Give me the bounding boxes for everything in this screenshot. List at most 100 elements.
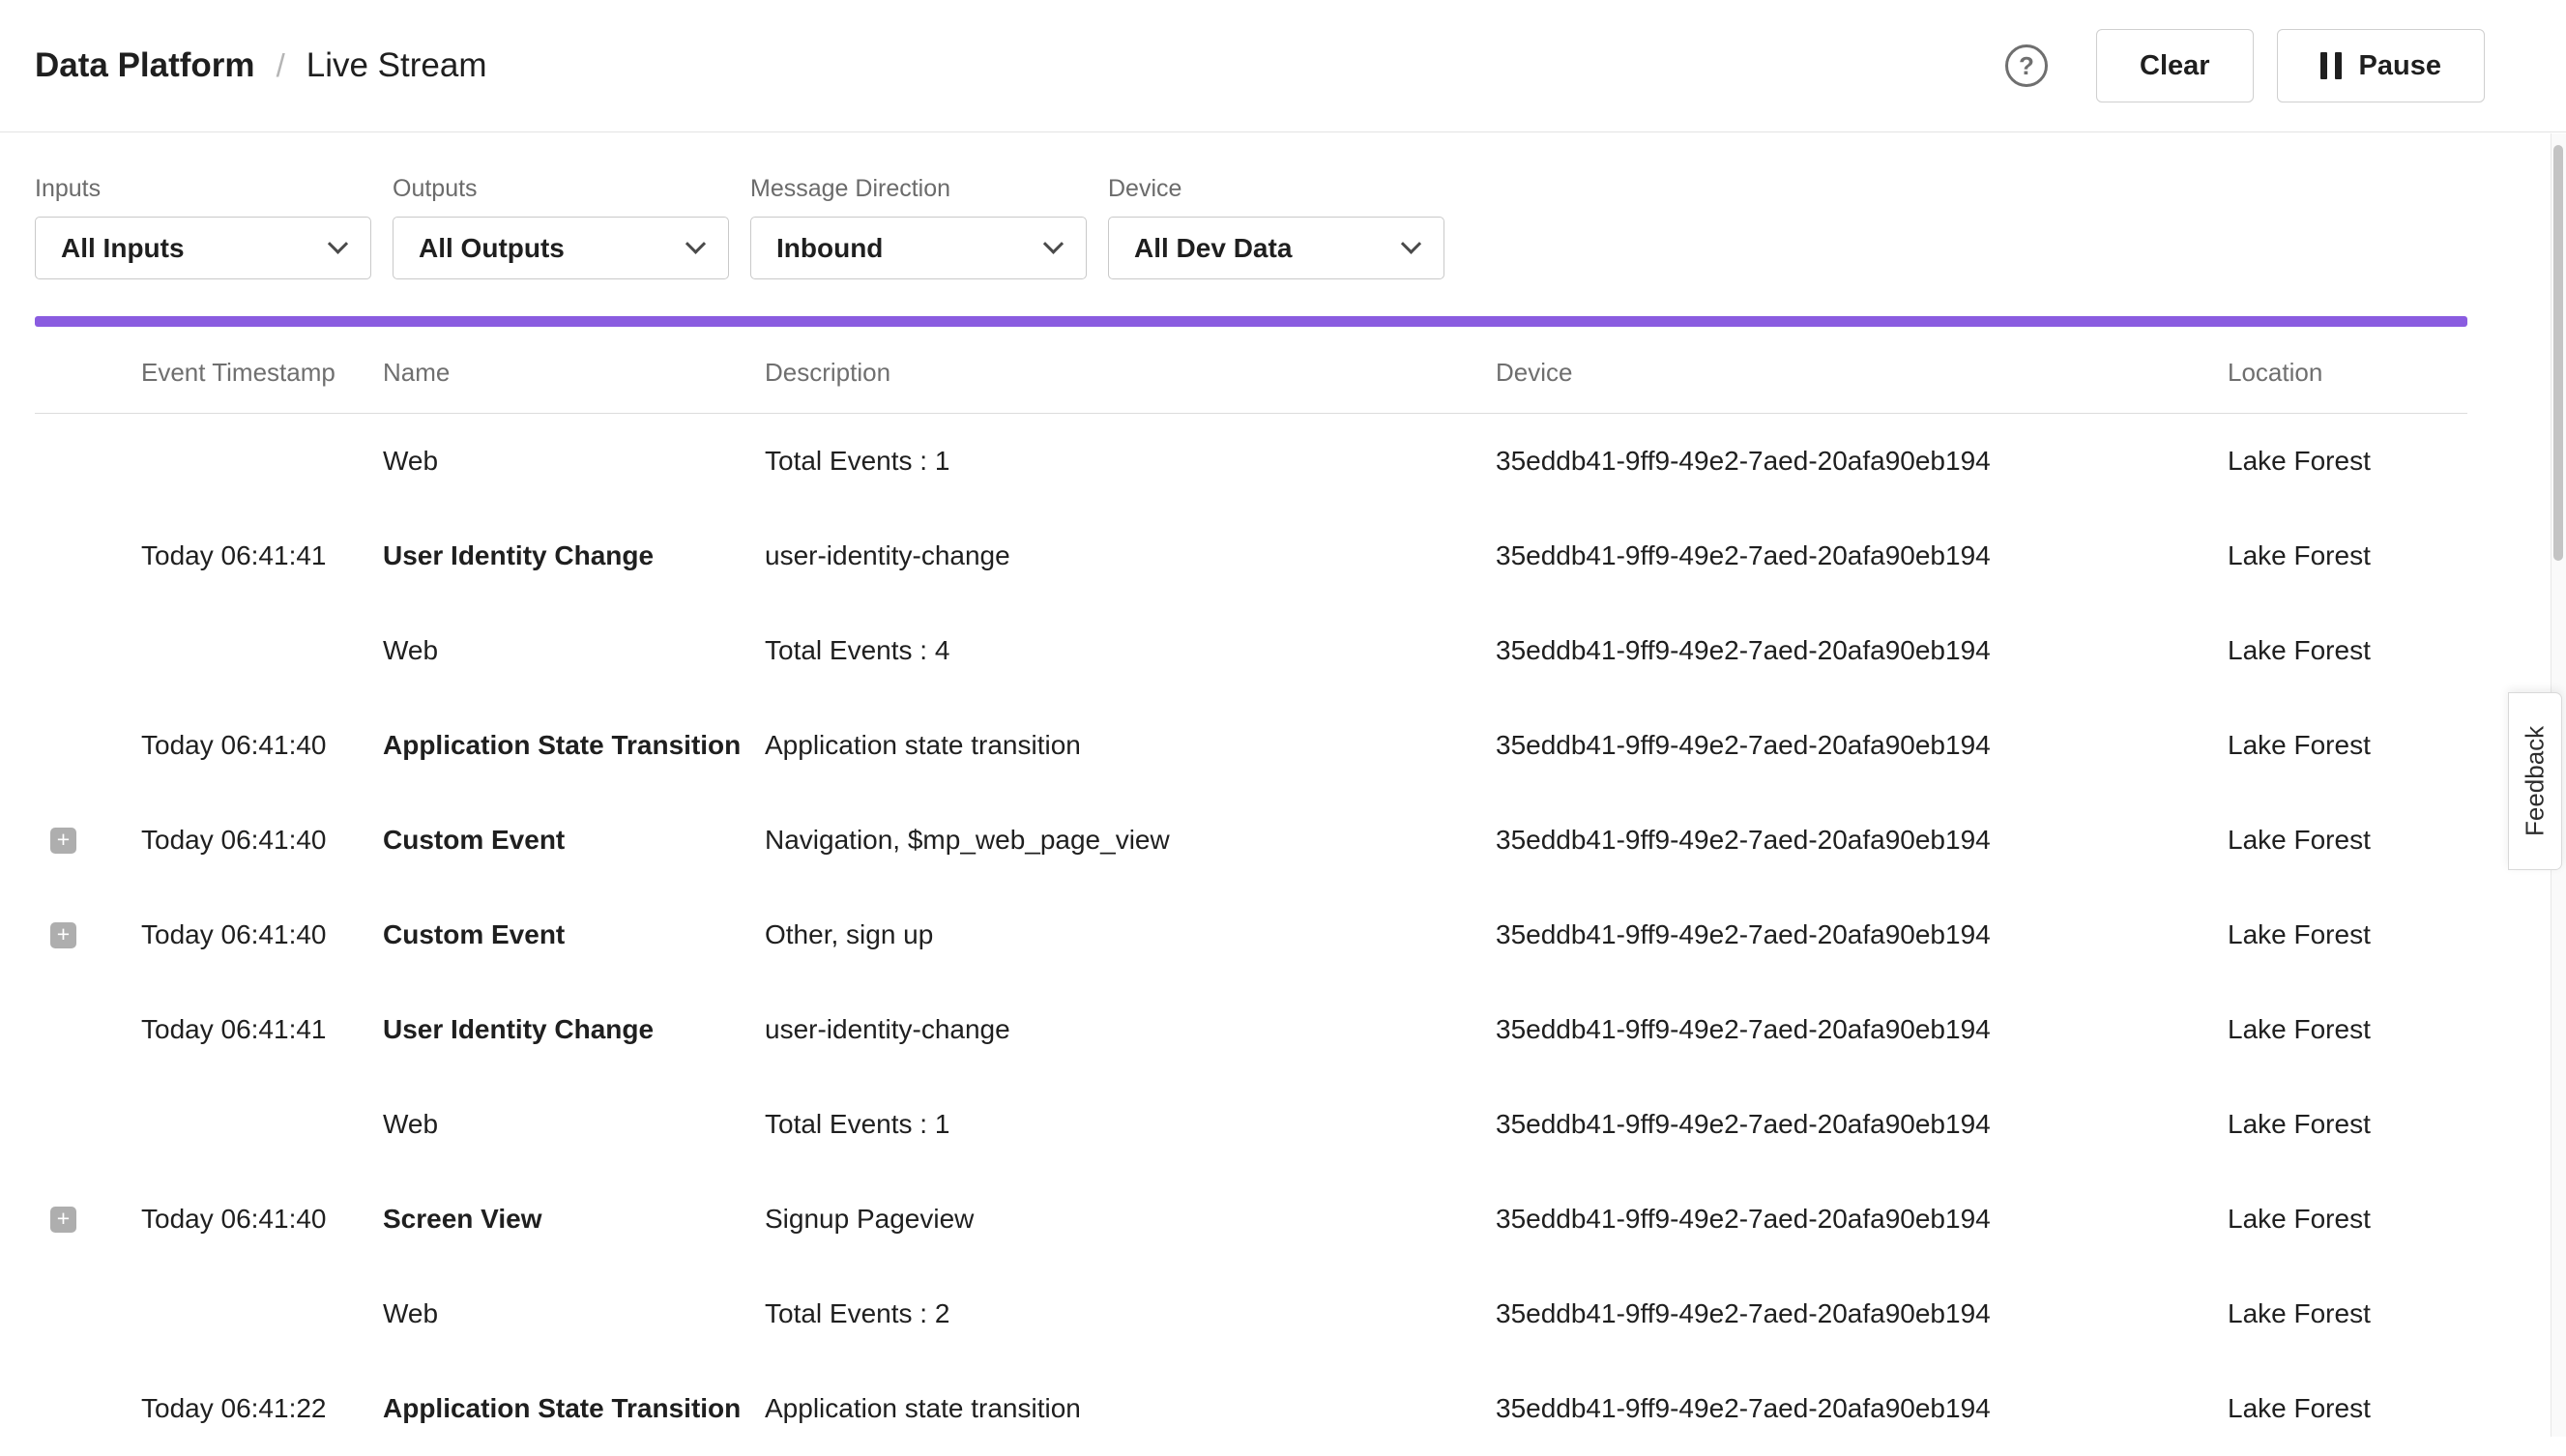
- outputs-dropdown[interactable]: All Outputs: [393, 217, 729, 279]
- table-row[interactable]: + Web Total Events : 4 35eddb41-9ff9-49e…: [35, 603, 2467, 698]
- cell-device: 35eddb41-9ff9-49e2-7aed-20afa90eb194: [1496, 919, 2228, 950]
- cell-description: Application state transition: [765, 730, 1496, 761]
- filter-bar: Inputs All Inputs Outputs All Outputs Me…: [0, 132, 2566, 279]
- expand-icon[interactable]: +: [50, 922, 76, 948]
- expand-icon[interactable]: +: [50, 1207, 76, 1233]
- message-direction-dropdown[interactable]: Inbound: [750, 217, 1087, 279]
- filter-outputs: Outputs All Outputs: [393, 175, 729, 279]
- filter-device: Device All Dev Data: [1108, 175, 1444, 279]
- cell-description: Signup Pageview: [765, 1204, 1496, 1235]
- cell-device: 35eddb41-9ff9-49e2-7aed-20afa90eb194: [1496, 1204, 2228, 1235]
- event-table: Event Timestamp Name Description Device …: [35, 327, 2467, 1456]
- cell-description: Navigation, $mp_web_page_view: [765, 825, 1496, 856]
- filter-message-direction: Message Direction Inbound: [750, 175, 1087, 279]
- cell-description: Total Events : 1: [765, 1109, 1496, 1140]
- cell-device: 35eddb41-9ff9-49e2-7aed-20afa90eb194: [1496, 1109, 2228, 1140]
- cell-timestamp: Today 06:41:40: [141, 825, 383, 856]
- table-row[interactable]: + Web Total Events : 1 35eddb41-9ff9-49e…: [35, 414, 2467, 509]
- chevron-down-icon: [685, 234, 706, 254]
- breadcrumb-section[interactable]: Data Platform: [35, 46, 255, 85]
- pause-icon: [2320, 52, 2342, 79]
- cell-location: Lake Forest: [2228, 446, 2467, 477]
- col-name: Name: [383, 358, 765, 388]
- cell-timestamp: Today 06:41:41: [141, 1014, 383, 1045]
- cell-device: 35eddb41-9ff9-49e2-7aed-20afa90eb194: [1496, 1298, 2228, 1329]
- cell-location: Lake Forest: [2228, 1298, 2467, 1329]
- filter-device-label: Device: [1108, 175, 1444, 203]
- table-row[interactable]: + Today 06:41:40 Custom Event Other, sig…: [35, 888, 2467, 982]
- table-row[interactable]: + Web Total Events : 1 35eddb41-9ff9-49e…: [35, 1077, 2467, 1172]
- cell-location: Lake Forest: [2228, 540, 2467, 571]
- cell-device: 35eddb41-9ff9-49e2-7aed-20afa90eb194: [1496, 540, 2228, 571]
- cell-name: Screen View: [383, 1204, 765, 1235]
- table-row[interactable]: + Today 06:41:40 Custom Event Navigation…: [35, 793, 2467, 888]
- breadcrumb: Data Platform / Live Stream: [35, 46, 486, 85]
- filter-message-direction-label: Message Direction: [750, 175, 1087, 203]
- table-row[interactable]: + Today 06:41:40 Application State Trans…: [35, 698, 2467, 793]
- table-row[interactable]: + Web Total Events : 2 35eddb41-9ff9-49e…: [35, 1267, 2467, 1361]
- inputs-dropdown-value: All Inputs: [61, 233, 185, 264]
- page-title: Live Stream: [306, 46, 487, 85]
- pause-button-label: Pause: [2359, 50, 2441, 82]
- cell-location: Lake Forest: [2228, 1014, 2467, 1045]
- cell-name: Application State Transition: [383, 1393, 765, 1424]
- header-actions: ? Clear Pause: [2005, 29, 2485, 102]
- cell-name: Web: [383, 1109, 765, 1140]
- table-row[interactable]: + Today 06:41:41 User Identity Change us…: [35, 982, 2467, 1077]
- scrollbar-thumb[interactable]: [2553, 145, 2563, 561]
- cell-location: Lake Forest: [2228, 1109, 2467, 1140]
- cell-name: User Identity Change: [383, 540, 765, 571]
- cell-name: Web: [383, 446, 765, 477]
- col-description: Description: [765, 358, 1496, 388]
- table-header: Event Timestamp Name Description Device …: [35, 327, 2467, 414]
- table-row[interactable]: + Today 06:41:41 User Identity Change us…: [35, 509, 2467, 603]
- cell-description: Total Events : 4: [765, 635, 1496, 666]
- col-device: Device: [1496, 358, 2228, 388]
- cell-location: Lake Forest: [2228, 919, 2467, 950]
- help-icon[interactable]: ?: [2005, 44, 2048, 87]
- filter-inputs-label: Inputs: [35, 175, 371, 203]
- chevron-down-icon: [1401, 234, 1421, 254]
- cell-name: Web: [383, 635, 765, 666]
- col-location: Location: [2228, 358, 2467, 388]
- cell-device: 35eddb41-9ff9-49e2-7aed-20afa90eb194: [1496, 1014, 2228, 1045]
- cell-location: Lake Forest: [2228, 825, 2467, 856]
- pause-button[interactable]: Pause: [2277, 29, 2485, 102]
- cell-device: 35eddb41-9ff9-49e2-7aed-20afa90eb194: [1496, 825, 2228, 856]
- clear-button[interactable]: Clear: [2096, 29, 2254, 102]
- cell-device: 35eddb41-9ff9-49e2-7aed-20afa90eb194: [1496, 446, 2228, 477]
- breadcrumb-separator: /: [277, 47, 285, 84]
- inputs-dropdown[interactable]: All Inputs: [35, 217, 371, 279]
- cell-name: User Identity Change: [383, 1014, 765, 1045]
- cell-location: Lake Forest: [2228, 1393, 2467, 1424]
- message-direction-dropdown-value: Inbound: [776, 233, 883, 264]
- cell-description: Total Events : 2: [765, 1298, 1496, 1329]
- feedback-tab[interactable]: Feedback: [2508, 692, 2562, 870]
- cell-name: Custom Event: [383, 825, 765, 856]
- device-dropdown[interactable]: All Dev Data: [1108, 217, 1444, 279]
- cell-timestamp: Today 06:41:41: [141, 540, 383, 571]
- table-row[interactable]: + Today 06:41:40 Screen View Signup Page…: [35, 1172, 2467, 1267]
- cell-description: Application state transition: [765, 1393, 1496, 1424]
- device-dropdown-value: All Dev Data: [1134, 233, 1292, 264]
- cell-location: Lake Forest: [2228, 1204, 2467, 1235]
- chevron-down-icon: [1043, 234, 1064, 254]
- event-table-body: + Web Total Events : 1 35eddb41-9ff9-49e…: [35, 414, 2467, 1456]
- cell-timestamp: Today 06:41:22: [141, 1393, 383, 1424]
- stream-progress-bar: [35, 316, 2467, 327]
- cell-description: Other, sign up: [765, 919, 1496, 950]
- cell-device: 35eddb41-9ff9-49e2-7aed-20afa90eb194: [1496, 635, 2228, 666]
- filter-inputs: Inputs All Inputs: [35, 175, 371, 279]
- cell-timestamp: Today 06:41:40: [141, 730, 383, 761]
- cell-device: 35eddb41-9ff9-49e2-7aed-20afa90eb194: [1496, 1393, 2228, 1424]
- filter-outputs-label: Outputs: [393, 175, 729, 203]
- cell-name: Custom Event: [383, 919, 765, 950]
- cell-timestamp: Today 06:41:40: [141, 919, 383, 950]
- cell-description: Total Events : 1: [765, 446, 1496, 477]
- cell-description: user-identity-change: [765, 540, 1496, 571]
- table-row[interactable]: + Today 06:41:22 Application State Trans…: [35, 1361, 2467, 1456]
- expand-icon[interactable]: +: [50, 828, 76, 854]
- chevron-down-icon: [328, 234, 348, 254]
- cell-device: 35eddb41-9ff9-49e2-7aed-20afa90eb194: [1496, 730, 2228, 761]
- cell-timestamp: Today 06:41:40: [141, 1204, 383, 1235]
